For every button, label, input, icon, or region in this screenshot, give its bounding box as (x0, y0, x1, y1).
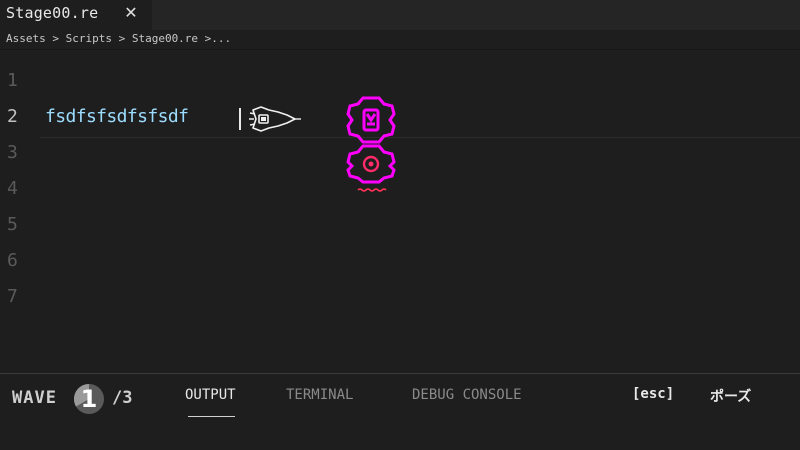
line-number: 5 (7, 214, 18, 235)
code-line-text[interactable]: fsdfsfsdfsfsdf (45, 106, 189, 127)
wave-total: /3 (112, 388, 133, 408)
line-number: 1 (7, 70, 18, 91)
wave-current: 1 (80, 385, 98, 413)
breadcrumb: Assets > Scripts > Stage00.re >... (0, 30, 800, 50)
text-cursor (239, 108, 241, 130)
line-number-current: 2 (7, 106, 18, 127)
line-number: 4 (7, 178, 18, 199)
line-number: 7 (7, 286, 18, 307)
pause-button[interactable]: ポーズ (710, 386, 751, 406)
gear-enemy-icon (346, 96, 396, 192)
line-number: 3 (7, 142, 18, 163)
file-tab[interactable]: Stage00.re ✕ (0, 0, 152, 30)
close-icon[interactable]: ✕ (122, 3, 140, 23)
code-editor[interactable]: 1 2 3 4 5 6 7 fsdfsfsdfsfsdf (0, 50, 800, 373)
breadcrumb-path[interactable]: Assets > Scripts > Stage00.re >... (6, 32, 231, 45)
file-tab-title: Stage00.re (6, 4, 99, 22)
tab-output[interactable]: OUTPUT (185, 387, 236, 403)
wave-label: WAVE (12, 388, 57, 408)
tab-bar: Stage00.re ✕ (0, 0, 800, 30)
tab-debug-console[interactable]: DEBUG CONSOLE (412, 387, 522, 403)
bottom-panel: WAVE 1 /3 OUTPUT TERMINAL DEBUG CONSOLE … (0, 373, 800, 450)
rocket-ship-icon (249, 106, 301, 132)
tab-terminal[interactable]: TERMINAL (286, 387, 353, 403)
esc-key-hint: [esc] (632, 386, 675, 402)
tab-output-underline (188, 416, 235, 417)
line-number: 6 (7, 250, 18, 271)
